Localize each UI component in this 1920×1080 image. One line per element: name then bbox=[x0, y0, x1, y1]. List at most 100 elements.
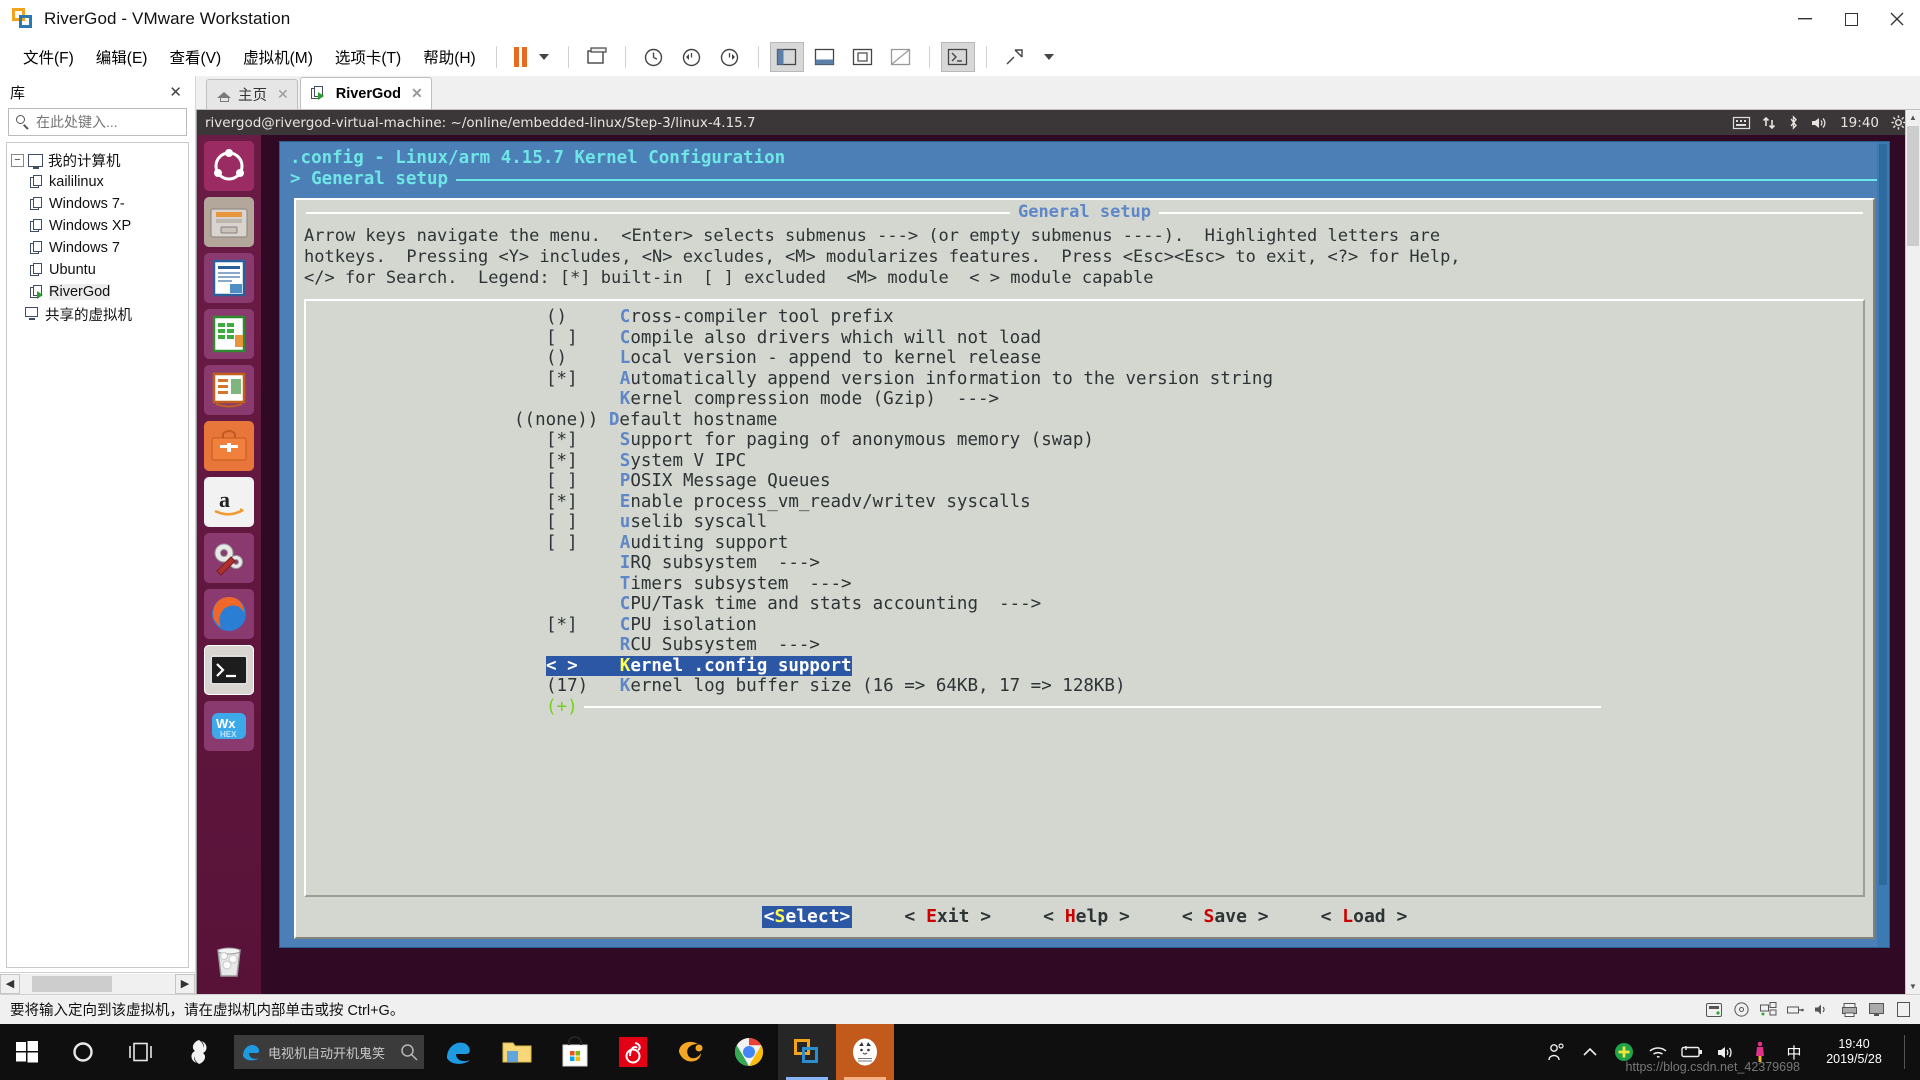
terminal-scrollbar[interactable] bbox=[1877, 142, 1889, 947]
battery-icon[interactable] bbox=[1681, 1042, 1702, 1062]
scroll-down-icon[interactable]: ▼ bbox=[1906, 979, 1920, 994]
menu-option-row[interactable]: (17) Kernel log buffer size (16 => 64KB,… bbox=[306, 676, 1863, 697]
unity-dropdown-icon[interactable] bbox=[1043, 54, 1054, 60]
library-search[interactable] bbox=[8, 108, 227, 136]
menuconfig-screen[interactable]: .config - Linux/arm 4.15.7 Kernel Config… bbox=[280, 142, 1889, 947]
sogou-ime-icon[interactable] bbox=[1750, 1041, 1770, 1062]
tab-close-icon[interactable]: ✕ bbox=[277, 86, 289, 103]
snapshot-manager-button[interactable] bbox=[713, 42, 747, 72]
tab-close-icon[interactable]: ✕ bbox=[411, 85, 423, 102]
terminal-window[interactable]: .config - Linux/arm 4.15.7 Kernel Config… bbox=[279, 141, 1890, 948]
hide-thumbnail-bar-button[interactable] bbox=[884, 42, 918, 72]
select-button[interactable]: <Select> bbox=[761, 905, 853, 929]
revert-snapshot-button[interactable] bbox=[675, 42, 709, 72]
usb-status-icon[interactable] bbox=[1786, 1002, 1804, 1018]
maximize-button[interactable] bbox=[1828, 0, 1874, 38]
menu-tabs[interactable]: 选项卡(T) bbox=[324, 41, 412, 73]
volume-icon[interactable] bbox=[1811, 116, 1828, 130]
bluetooth-icon[interactable] bbox=[1788, 115, 1799, 130]
load-button[interactable]: < Load > bbox=[1321, 906, 1408, 928]
people-icon[interactable] bbox=[1546, 1042, 1566, 1062]
menu-option-row[interactable]: CPU/Task time and stats accounting ---> bbox=[306, 594, 1863, 615]
taskbar-clock[interactable]: 19:40 2019/5/28 bbox=[1818, 1037, 1890, 1067]
taskbar-vmware[interactable] bbox=[778, 1024, 836, 1080]
taskbar-edge[interactable] bbox=[430, 1024, 488, 1080]
taskbar-search-box[interactable]: 电视机自动开机鬼笑 bbox=[234, 1035, 424, 1069]
unity-mode-button[interactable] bbox=[998, 42, 1032, 72]
show-library-button[interactable] bbox=[769, 42, 804, 72]
taskbar-chrome[interactable] bbox=[720, 1024, 778, 1080]
vm-viewport-scrollbar[interactable]: ▲ ▼ bbox=[1905, 110, 1920, 994]
menu-option-row[interactable]: RCU Subsystem ---> bbox=[306, 635, 1863, 656]
tree-item-kaililinux[interactable]: kaililinux bbox=[7, 171, 188, 193]
ubuntu-software-icon[interactable] bbox=[204, 421, 254, 471]
menu-option-row[interactable]: [ ] uselib syscall bbox=[306, 512, 1863, 533]
firefox-icon[interactable] bbox=[204, 589, 254, 639]
menu-option-row[interactable]: [*] CPU isolation bbox=[306, 615, 1863, 636]
library-horizontal-scrollbar[interactable]: ◀ ▶ bbox=[0, 972, 195, 994]
trash-icon[interactable] bbox=[204, 934, 254, 984]
system-settings-icon[interactable] bbox=[204, 533, 254, 583]
taskbar-app-orange[interactable] bbox=[836, 1024, 894, 1080]
menu-option-row[interactable]: [*] Support for paging of anonymous memo… bbox=[306, 430, 1863, 451]
show-hidden-icons-icon[interactable] bbox=[1580, 1042, 1600, 1062]
show-thumbnail-bar-button[interactable] bbox=[846, 42, 880, 72]
hard-disk-status-icon[interactable] bbox=[1705, 1002, 1723, 1018]
save-button[interactable]: < Save > bbox=[1182, 906, 1269, 928]
system-gear-icon[interactable] bbox=[1891, 115, 1906, 130]
show-desktop-button[interactable] bbox=[1904, 1035, 1914, 1069]
menu-option-row-selected[interactable]: < > Kernel .config support bbox=[546, 655, 852, 676]
wifi-icon[interactable] bbox=[1648, 1042, 1668, 1062]
menu-option-row[interactable]: Kernel compression mode (Gzip) ---> bbox=[306, 389, 1863, 410]
tree-item-windows-xp[interactable]: Windows XP bbox=[7, 215, 188, 237]
tab-rivergod[interactable]: RiverGod ✕ bbox=[299, 77, 432, 109]
console-terminal-button[interactable] bbox=[940, 42, 975, 72]
minimize-button[interactable] bbox=[1782, 0, 1828, 38]
printer-status-icon[interactable] bbox=[1840, 1002, 1858, 1018]
suspend-dropdown-icon[interactable] bbox=[538, 54, 549, 60]
scroll-track[interactable] bbox=[20, 973, 175, 994]
menuconfig-option-list[interactable]: () Cross-compiler tool prefix [ ] Compil… bbox=[304, 299, 1865, 897]
sound-status-icon[interactable] bbox=[1813, 1002, 1831, 1018]
taskbar-netease-music[interactable] bbox=[604, 1024, 662, 1080]
menu-option-row[interactable]: Timers subsystem ---> bbox=[306, 574, 1863, 595]
volume-icon[interactable] bbox=[1716, 1042, 1736, 1062]
scroll-up-icon[interactable]: ▲ bbox=[1906, 110, 1920, 125]
tree-item-windows-7[interactable]: Windows 7 bbox=[7, 237, 188, 259]
taskbar-app-sogou[interactable] bbox=[170, 1024, 228, 1080]
show-console-view-button[interactable] bbox=[808, 42, 842, 72]
menu-option-row[interactable]: ((none)) Default hostname bbox=[306, 410, 1863, 431]
menu-help[interactable]: 帮助(H) bbox=[412, 41, 487, 73]
menu-option-row[interactable]: [*] System V IPC bbox=[306, 451, 1863, 472]
taskbar-store[interactable] bbox=[546, 1024, 604, 1080]
tree-item-shared-vms[interactable]: 共享的虚拟机 bbox=[7, 303, 188, 325]
guest-screen[interactable]: rivergod@rivergod-virtual-machine: ~/onl… bbox=[197, 110, 1920, 994]
scroll-right-icon[interactable]: ▶ bbox=[175, 973, 195, 994]
menu-option-row[interactable]: [ ] POSIX Message Queues bbox=[306, 471, 1863, 492]
tree-item-windows-7-b[interactable]: Windows 7- bbox=[7, 193, 188, 215]
message-log-icon[interactable] bbox=[1894, 1002, 1912, 1018]
help-button[interactable]: < Help > bbox=[1043, 906, 1130, 928]
security-shield-icon[interactable] bbox=[1614, 1042, 1634, 1062]
menu-option-row[interactable]: [ ] Auditing support bbox=[306, 533, 1863, 554]
display-status-icon[interactable] bbox=[1867, 1002, 1885, 1018]
search-input[interactable] bbox=[36, 114, 217, 130]
menu-option-row[interactable]: [*] Automatically append version informa… bbox=[306, 369, 1863, 390]
fullscreen-button[interactable] bbox=[580, 42, 614, 72]
menu-edit[interactable]: 编辑(E) bbox=[85, 41, 159, 73]
exit-button[interactable]: < Exit > bbox=[904, 906, 991, 928]
network-icon[interactable] bbox=[1762, 116, 1776, 130]
ubuntu-clock[interactable]: 19:40 bbox=[1840, 115, 1879, 131]
libreoffice-calc-icon[interactable] bbox=[204, 309, 254, 359]
tab-home[interactable]: 主页 ✕ bbox=[206, 79, 298, 109]
menu-file[interactable]: 文件(F) bbox=[12, 41, 85, 73]
files-icon[interactable] bbox=[204, 197, 254, 247]
snapshot-button[interactable] bbox=[637, 42, 671, 72]
menu-option-row[interactable]: () Cross-compiler tool prefix bbox=[306, 307, 1863, 328]
menu-vm[interactable]: 虚拟机(M) bbox=[232, 41, 324, 73]
network-adapter-status-icon[interactable] bbox=[1759, 1002, 1777, 1018]
scroll-left-icon[interactable]: ◀ bbox=[0, 973, 20, 994]
menu-option-row[interactable]: [*] Enable process_vm_readv/writev sysca… bbox=[306, 492, 1863, 513]
scroll-thumb[interactable] bbox=[1907, 126, 1919, 246]
taskbar-tencent-video[interactable] bbox=[662, 1024, 720, 1080]
